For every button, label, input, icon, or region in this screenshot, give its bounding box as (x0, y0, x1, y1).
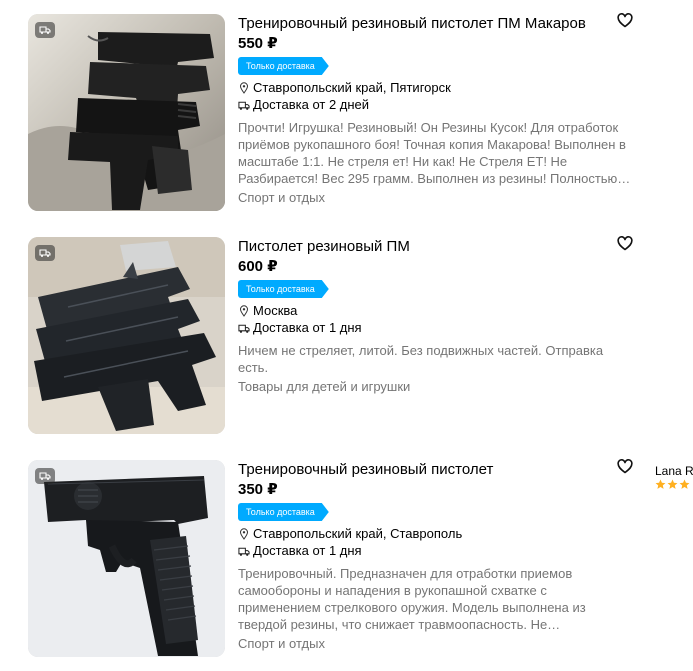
heart-outline-icon (617, 458, 633, 473)
listing-photo[interactable] (28, 14, 225, 211)
pistol-photo-image (28, 237, 225, 434)
listing-location: Москва (238, 303, 297, 319)
truck-icon (39, 472, 51, 480)
truck-icon (39, 249, 51, 257)
listing-photo[interactable] (28, 237, 225, 434)
delivery-only-badge: Только доставка (238, 57, 329, 75)
favorite-button[interactable] (616, 234, 634, 252)
heart-outline-icon (617, 235, 633, 250)
delivery-text: Доставка от 2 дней (253, 97, 370, 112)
delivery-only-badge: Только доставка (238, 280, 329, 298)
listing-location: Ставропольский край, Пятигорск (238, 80, 451, 96)
listing-delivery: Доставка от 2 дней (238, 97, 369, 113)
listing-delivery: Доставка от 1 дня (238, 320, 362, 336)
listing-card[interactable]: Тренировочный резиновый пистолет ПМ Мака… (0, 11, 693, 214)
listing-delivery: Доставка от 1 дня (238, 543, 362, 559)
listing-category[interactable]: Спорт и отдых (238, 190, 325, 206)
location-text: Москва (253, 303, 298, 318)
favorite-button[interactable] (616, 11, 634, 29)
location-text: Ставропольский край, Ставрополь (253, 526, 463, 541)
listing-title[interactable]: Пистолет резиновый ПМ (238, 238, 410, 256)
pin-icon (238, 305, 250, 317)
delivery-chip (35, 245, 55, 261)
truck-icon (238, 545, 250, 557)
pin-icon (238, 528, 250, 540)
listing-card[interactable]: Тренировочный резиновый пистолет 350 ₽ Т… (0, 457, 693, 660)
listing-category[interactable]: Товары для детей и игрушки (238, 379, 410, 395)
star-icon (667, 479, 678, 489)
listing-photo[interactable] (28, 460, 225, 657)
truck-icon (39, 26, 51, 34)
delivery-chip (35, 468, 55, 484)
heart-outline-icon (617, 12, 633, 27)
delivery-text: Доставка от 1 дня (253, 320, 362, 335)
listing-title[interactable]: Тренировочный резиновый пистолет (238, 461, 493, 479)
listing-description: Тренировочный. Предназначен для отработк… (238, 566, 586, 632)
listing-category[interactable]: Спорт и отдых (238, 636, 325, 652)
truck-icon (238, 99, 250, 111)
listing-description: Ничем не стреляет, литой. Без подвижных … (238, 343, 604, 375)
listing-location: Ставропольский край, Ставрополь (238, 526, 462, 542)
favorite-button[interactable] (616, 457, 634, 475)
star-icon (679, 479, 690, 489)
delivery-text: Доставка от 1 дня (253, 543, 362, 558)
location-text: Ставропольский край, Пятигорск (253, 80, 451, 95)
star-icon (655, 479, 666, 489)
listing-price: 550 ₽ (238, 35, 278, 52)
delivery-chip (35, 22, 55, 38)
pin-icon (238, 82, 250, 94)
listing-price: 350 ₽ (238, 481, 278, 498)
listing-card[interactable]: Пистолет резиновый ПМ 600 ₽ Только доста… (0, 234, 693, 437)
delivery-only-badge: Только доставка (238, 503, 329, 521)
listing-title[interactable]: Тренировочный резиновый пистолет ПМ Мака… (238, 15, 586, 33)
seller-name[interactable]: Lana R (655, 464, 693, 478)
seller-rating (655, 479, 690, 490)
listing-price: 600 ₽ (238, 258, 278, 275)
pistol-photo-image (28, 14, 225, 211)
listing-description: Прочти! Игрушка! Резиновый! Он Резины Ку… (238, 120, 631, 186)
pistol-photo-image (28, 460, 225, 657)
truck-icon (238, 322, 250, 334)
